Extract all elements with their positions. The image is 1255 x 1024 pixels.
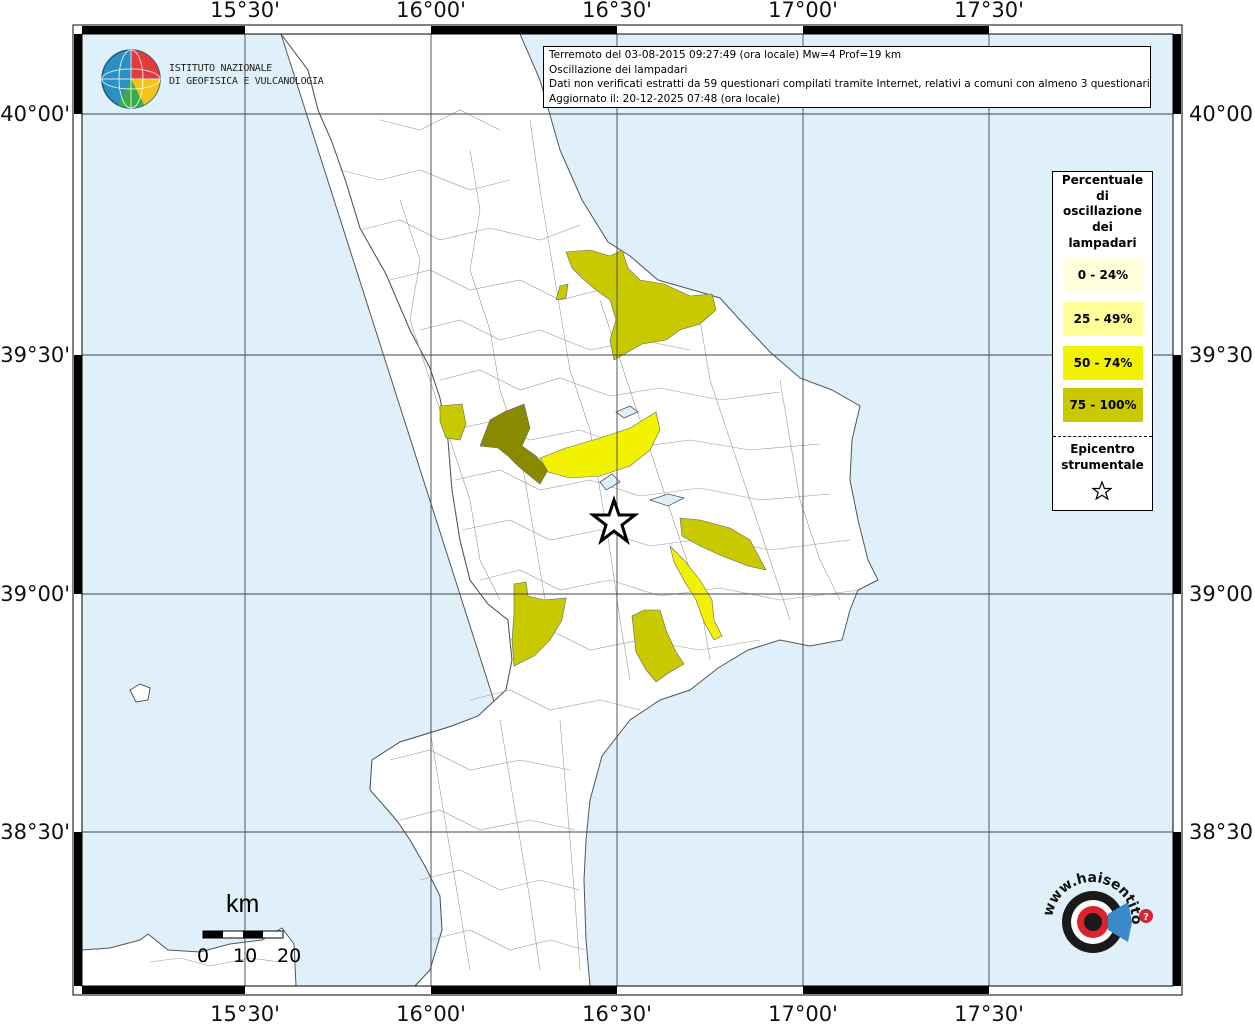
legend: Percentuale di oscillazione dei lampadar… <box>1052 171 1153 511</box>
lat-tick-left: 39°30' <box>0 343 70 367</box>
lat-tick-left: 38°30' <box>0 820 70 844</box>
scale-unit: km <box>226 890 260 918</box>
lat-tick-right: 40°00' <box>1189 102 1255 126</box>
lon-tick-top: 15°30' <box>210 0 280 22</box>
lon-tick-bottom: 15°30' <box>210 1002 280 1024</box>
haisentito-logo: ? www.haisentitoilterremoto.it <box>1030 862 1153 953</box>
lat-tick-right: 38°30' <box>1189 820 1255 844</box>
legend-entry: 25 - 49% <box>1063 302 1143 336</box>
legend-title: Percentuale di oscillazione dei lampadar… <box>1061 173 1144 250</box>
info-line-updated: Aggiornato il: 20-12-2025 07:48 (ora loc… <box>549 92 781 105</box>
info-line-data-note: Dati non verificati estratti da 59 quest… <box>549 78 1151 91</box>
scale-label: 0 <box>197 945 210 967</box>
latitude-ticks-right: 40°00' 39°30' 39°00' 38°30' <box>1189 102 1255 844</box>
lat-tick-left: 39°00' <box>0 582 70 606</box>
scale-label: 20 <box>277 945 302 967</box>
lon-tick-bottom: 17°00' <box>768 1002 838 1024</box>
lat-tick-left: 40°00' <box>0 102 70 126</box>
lon-tick-top: 16°30' <box>582 0 652 22</box>
legend-entry: 75 - 100% <box>1063 388 1143 422</box>
lat-tick-right: 39°30' <box>1189 343 1255 367</box>
legend-entry: 50 - 74% <box>1063 346 1143 380</box>
lon-tick-top: 17°30' <box>954 0 1024 22</box>
legend-epicentre-label: Epicentro strumentale <box>1061 442 1144 472</box>
legend-separator <box>1053 436 1152 437</box>
scale-bar <box>202 930 284 939</box>
legend-star-icon <box>1091 480 1113 501</box>
lat-tick-right: 39°00' <box>1189 582 1255 606</box>
legend-entry: 0 - 24% <box>1063 258 1143 292</box>
lon-tick-bottom: 16°00' <box>396 1002 466 1024</box>
longitude-ticks-top: 15°30' 16°00' 16°30' 17°00' 17°30' <box>210 0 1024 22</box>
ingv-line-2: DI GEOFISICA E VULCANOLOGIA <box>169 76 324 87</box>
ingv-line-1: ISTITUTO NAZIONALE <box>169 63 272 74</box>
scale-label: 10 <box>233 945 258 967</box>
info-line-event: Terremoto del 03-08-2015 09:27:49 (ora l… <box>549 49 902 61</box>
lon-tick-top: 17°00' <box>768 0 838 22</box>
earthquake-info-box: Terremoto del 03-08-2015 09:27:49 (ora l… <box>543 46 1151 108</box>
ingv-logo-text: ISTITUTO NAZIONALE DI GEOFISICA E VULCAN… <box>169 62 324 88</box>
lon-tick-bottom: 17°30' <box>954 1002 1024 1024</box>
lon-tick-top: 16°00' <box>396 0 466 22</box>
lon-tick-bottom: 16°30' <box>582 1002 652 1024</box>
longitude-ticks-bottom: 15°30' 16°00' 16°30' 17°00' 17°30' <box>210 1002 1024 1024</box>
info-line-parameter: Oscillazione dei lampadari <box>549 63 688 76</box>
latitude-ticks-left: 40°00' 39°30' 39°00' 38°30' <box>0 102 70 844</box>
